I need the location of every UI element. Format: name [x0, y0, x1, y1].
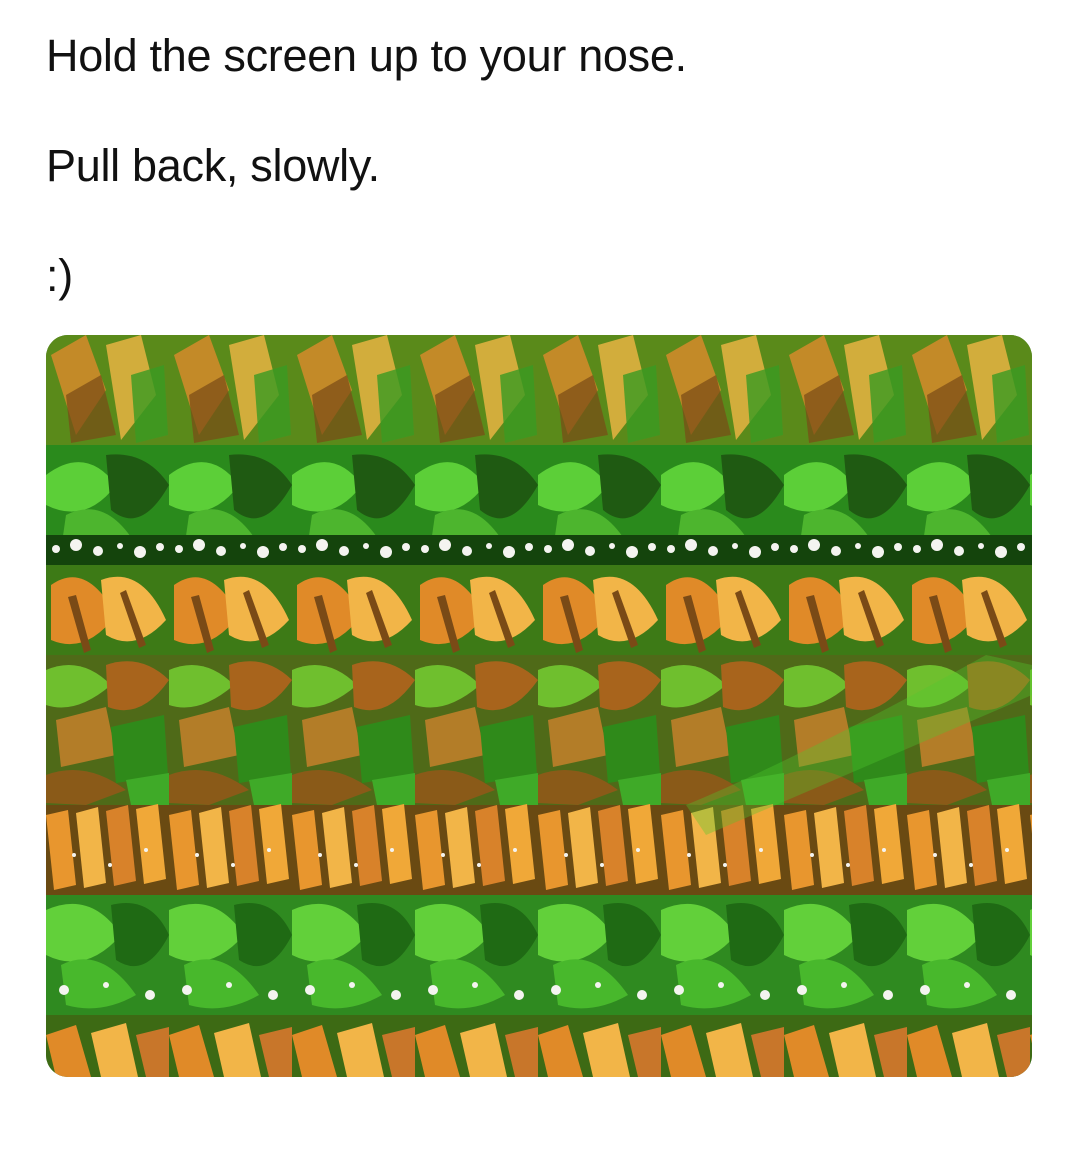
caption-line-1: Hold the screen up to your nose. — [46, 30, 687, 81]
autostereogram-canvas — [46, 335, 1032, 1077]
caption-line-2: Pull back, slowly. — [46, 140, 380, 191]
stereogram-pattern — [46, 335, 1032, 1077]
autostereogram-image — [46, 335, 1032, 1077]
caption-line-3: :) — [46, 250, 73, 301]
